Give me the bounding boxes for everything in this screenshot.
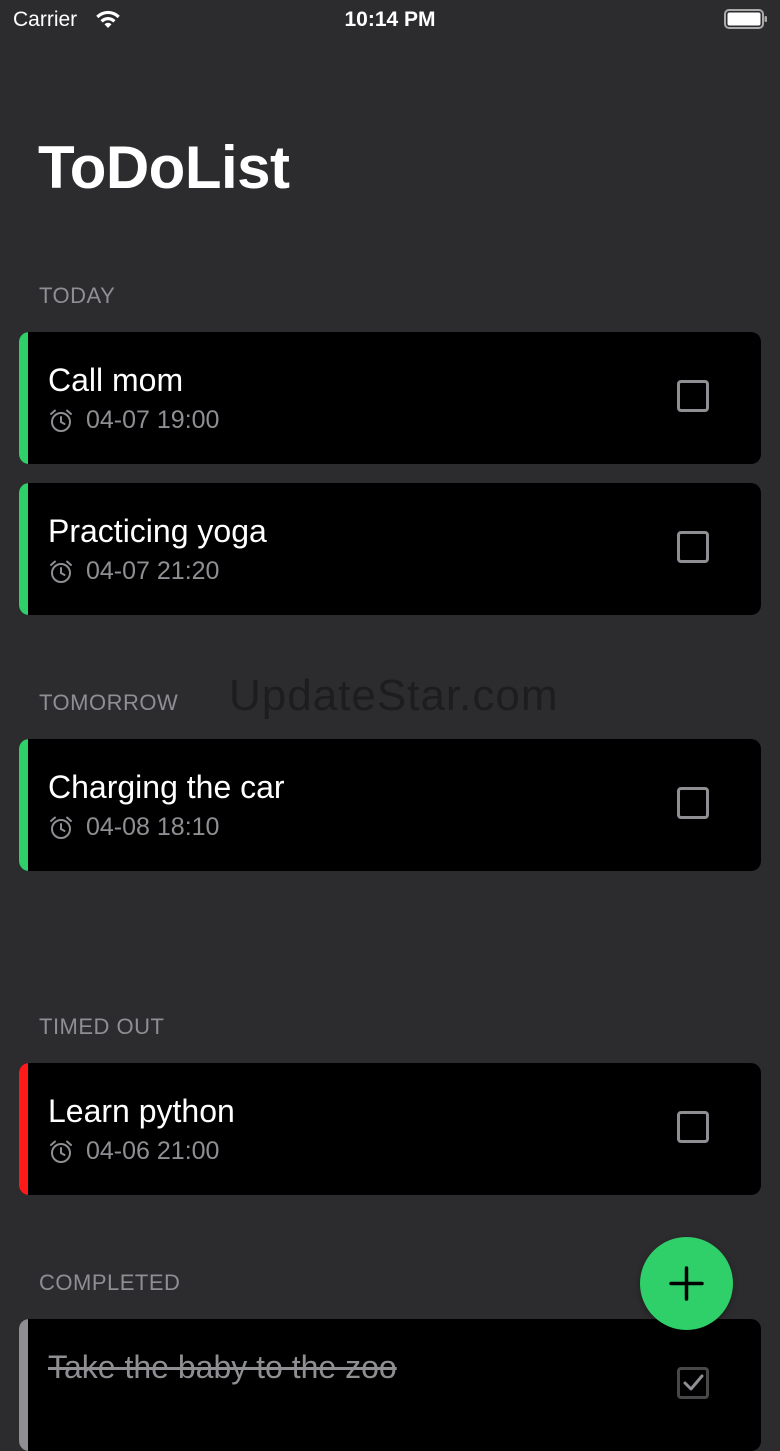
- task-time: 04-06 21:00: [86, 1137, 220, 1165]
- status-stripe: [19, 739, 28, 871]
- task-checkbox[interactable]: [677, 787, 709, 819]
- task-checkbox-checked[interactable]: [677, 1367, 709, 1399]
- task-checkbox[interactable]: [677, 1111, 709, 1143]
- alarm-clock-icon: [50, 560, 72, 583]
- add-task-button[interactable]: [640, 1237, 733, 1330]
- alarm-clock-icon: [50, 816, 72, 839]
- status-stripe: [19, 1319, 28, 1451]
- task-checkbox[interactable]: [677, 380, 709, 412]
- status-bar: Carrier 10:14 PM: [0, 0, 780, 40]
- watermark: UpdateStar.com: [229, 671, 559, 720]
- plus-icon: [669, 1266, 704, 1301]
- task-card[interactable]: Learn python 04-06 21:00: [19, 1063, 761, 1195]
- task-card[interactable]: Charging the car 04-08 18:10: [19, 739, 761, 871]
- status-stripe: [19, 483, 28, 615]
- task-card[interactable]: Take the baby to the zoo: [19, 1319, 761, 1451]
- task-time: 04-07 21:20: [86, 557, 220, 585]
- task-card[interactable]: Call mom 04-07 19:00: [19, 332, 761, 464]
- task-title: Charging the car: [48, 769, 285, 805]
- page-title: ToDoList: [38, 134, 290, 201]
- section-header-timed-out: TIMED OUT: [39, 1014, 165, 1039]
- task-time: 04-07 19:00: [86, 406, 220, 434]
- task-title: Practicing yoga: [48, 513, 267, 549]
- status-stripe: [19, 1063, 28, 1195]
- status-stripe: [19, 332, 28, 464]
- task-title: Call mom: [48, 362, 184, 398]
- task-time: 04-08 18:10: [86, 813, 220, 841]
- task-title: Learn python: [48, 1093, 235, 1129]
- section-header-completed: COMPLETED: [39, 1270, 181, 1295]
- section-header-tomorrow: TOMORROW: [39, 690, 179, 715]
- alarm-clock-icon: [50, 1140, 72, 1163]
- task-checkbox[interactable]: [677, 531, 709, 563]
- task-card[interactable]: Practicing yoga 04-07 21:20: [19, 483, 761, 615]
- alarm-clock-icon: [50, 409, 72, 432]
- status-time: 10:14 PM: [344, 8, 436, 31]
- task-title: Take the baby to the zoo: [48, 1349, 397, 1385]
- checkmark-icon: [683, 1374, 704, 1391]
- battery-icon: [724, 9, 767, 29]
- section-header-today: TODAY: [39, 283, 116, 308]
